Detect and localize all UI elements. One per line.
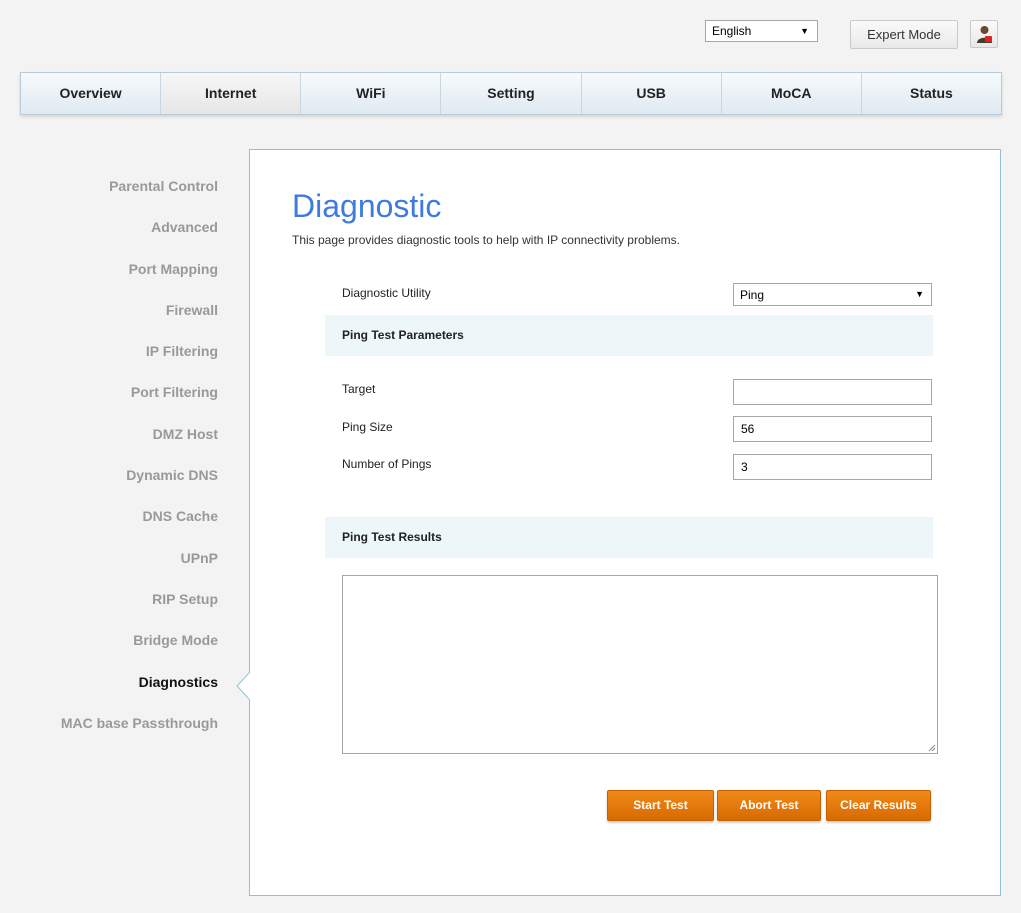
clear-results-button[interactable]: Clear Results	[826, 790, 931, 821]
abort-test-button[interactable]: Abort Test	[717, 790, 821, 821]
page-title: Diagnostic	[292, 188, 442, 224]
sidebar-item-dynamic-dns[interactable]: Dynamic DNS	[0, 467, 218, 508]
tab-status[interactable]: Status	[862, 73, 1001, 114]
sidebar-item-port-mapping[interactable]: Port Mapping	[0, 261, 218, 302]
sidebar-item-dns-cache[interactable]: DNS Cache	[0, 508, 218, 549]
page-description: This page provides diagnostic tools to h…	[292, 233, 680, 247]
sidebar-item-upnp[interactable]: UPnP	[0, 550, 218, 591]
resize-grip-icon[interactable]	[927, 743, 936, 752]
sidebar-item-rip-setup[interactable]: RIP Setup	[0, 591, 218, 632]
sidebar-item-ip-filtering[interactable]: IP Filtering	[0, 343, 218, 384]
diagnostic-utility-value: Ping	[740, 288, 765, 302]
sidebar-item-port-filtering[interactable]: Port Filtering	[0, 384, 218, 425]
sidebar-item-advanced[interactable]: Advanced	[0, 219, 218, 260]
sidebar: Parental Control Advanced Port Mapping F…	[0, 178, 218, 756]
sidebar-item-firewall[interactable]: Firewall	[0, 302, 218, 343]
user-button[interactable]	[970, 20, 998, 48]
ping-test-results-heading: Ping Test Results	[325, 517, 933, 558]
language-select-value: English	[712, 24, 752, 38]
sidebar-item-dmz-host[interactable]: DMZ Host	[0, 426, 218, 467]
sidebar-item-mac-base-passthrough[interactable]: MAC base Passthrough	[0, 715, 218, 756]
expert-mode-button[interactable]: Expert Mode	[850, 20, 958, 49]
sidebar-item-diagnostics[interactable]: Diagnostics	[0, 674, 218, 715]
diagnostic-utility-label: Diagnostic Utility	[342, 286, 431, 300]
ping-results-textarea[interactable]	[342, 575, 938, 754]
language-select[interactable]: English ▼	[705, 20, 818, 42]
tab-overview[interactable]: Overview	[21, 73, 162, 114]
active-item-pointer-icon	[236, 672, 250, 700]
main-nav: Overview Internet WiFi Setting USB MoCA …	[20, 72, 1002, 115]
tab-moca[interactable]: MoCA	[722, 73, 862, 114]
sidebar-item-parental-control[interactable]: Parental Control	[0, 178, 218, 219]
diagnostic-utility-select[interactable]: Ping ▼	[733, 283, 932, 306]
ping-size-label: Ping Size	[342, 420, 393, 434]
sidebar-item-bridge-mode[interactable]: Bridge Mode	[0, 632, 218, 673]
ping-test-parameters-heading: Ping Test Parameters	[325, 315, 933, 356]
tab-setting[interactable]: Setting	[441, 73, 582, 114]
tab-internet[interactable]: Internet	[161, 73, 302, 114]
ping-size-input[interactable]: 56	[733, 416, 932, 442]
tab-wifi[interactable]: WiFi	[301, 73, 442, 114]
target-label: Target	[342, 382, 376, 396]
start-test-button[interactable]: Start Test	[607, 790, 714, 821]
number-of-pings-label: Number of Pings	[342, 457, 432, 471]
tab-usb[interactable]: USB	[582, 73, 722, 114]
number-of-pings-input[interactable]: 3	[733, 454, 932, 480]
dropdown-arrow-icon: ▼	[800, 26, 809, 36]
target-input[interactable]	[733, 379, 932, 405]
user-icon	[977, 26, 992, 43]
dropdown-arrow-icon: ▼	[915, 289, 924, 299]
